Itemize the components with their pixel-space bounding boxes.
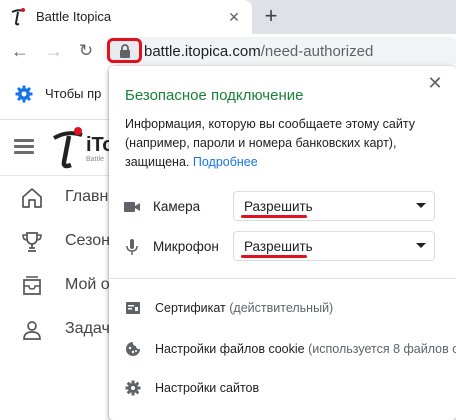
site-favicon-icon [11,8,25,26]
site-info-lock-button[interactable] [107,38,142,63]
permission-row-microphone: Микрофон Разрешить [109,231,456,263]
logo-subtitle: Battle [86,156,104,163]
red-underline-microphone [241,255,307,258]
tab-battle-itopica[interactable]: Battle Itopica ✕ [0,0,252,34]
site-settings-row[interactable]: Настройки сайтов [109,375,456,403]
select-value: Разрешить [244,199,313,214]
tab-strip: Battle Itopica ✕ + [0,0,456,34]
site-settings-label: Настройки сайтов [155,381,260,395]
url-text[interactable]: battle.itopica.com/need-authorized [144,43,373,60]
certificate-icon [126,302,140,314]
close-icon[interactable]: ✕ [426,74,444,92]
reload-icon[interactable]: ↻ [75,40,97,62]
new-tab-button[interactable]: + [260,5,282,27]
menu-item-label: Задач [65,320,110,337]
cookies-label: Настройки файлов cookie (используется 8 … [155,342,456,356]
tab-title: Battle Itopica [36,9,112,24]
chevron-down-icon [416,243,426,248]
certificate-row[interactable]: Сертификат (действительный) [109,295,456,323]
popup-description: Информация, которую вы сообщаете этому с… [125,117,415,169]
permission-label: Микрофон [153,239,219,254]
site-logo-icon[interactable] [52,126,84,170]
cookies-row[interactable]: Настройки файлов cookie (используется 8 … [109,336,456,364]
certificate-label: Сертификат (действительный) [155,301,334,315]
gear-icon[interactable] [15,85,33,103]
divider [109,278,456,279]
hamburger-menu-icon[interactable] [14,139,34,155]
chevron-down-icon [416,203,426,208]
site-info-popup: ✕ Безопасное подключение Информация, кот… [109,66,456,420]
home-icon [22,188,42,208]
learn-more-link[interactable]: Подробнее [193,155,258,169]
trophy-icon [22,232,42,252]
permission-row-camera: Камера Разрешить [109,191,456,223]
address-bar[interactable]: battle.itopica.com/need-authorized [103,37,456,65]
person-icon [23,321,41,340]
permission-label: Камера [153,199,201,214]
forward-arrow-icon[interactable]: → [43,40,65,62]
popup-title: Безопасное подключение [125,87,304,104]
back-arrow-icon[interactable]: ← [9,40,31,62]
info-bar-text: Чтобы пр [45,86,102,101]
red-underline-camera [241,215,307,218]
gear-icon [125,380,141,396]
menu-item-label: Главн [65,188,109,205]
menu-item-label: Сезон [65,232,110,249]
tab-close-icon[interactable]: ✕ [226,9,242,25]
inbox-icon [23,276,41,295]
select-value: Разрешить [244,239,313,254]
browser-toolbar: ← → ↻ battle.itopica.com/need-authorized [0,34,456,68]
camera-icon [124,202,140,212]
microphone-icon [126,239,138,255]
menu-item-label: Мой о [65,276,110,293]
lock-icon [120,44,130,58]
cookie-icon [126,342,140,356]
